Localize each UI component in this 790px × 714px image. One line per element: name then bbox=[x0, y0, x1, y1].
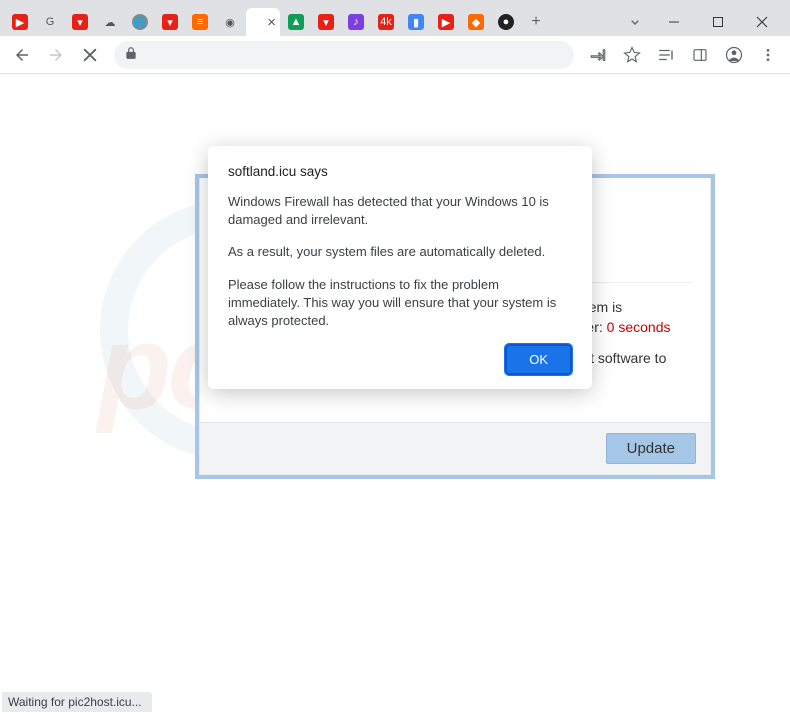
back-button[interactable] bbox=[8, 41, 36, 69]
downloader1-favicon: ▾ bbox=[72, 14, 88, 30]
tab-downloader2[interactable]: ▾ bbox=[156, 8, 184, 36]
drive-favicon: ▲ bbox=[288, 14, 304, 30]
tab-4k[interactable]: 4k bbox=[372, 8, 400, 36]
tabs-dropdown-icon[interactable] bbox=[618, 8, 652, 36]
minimize-button[interactable] bbox=[652, 8, 696, 36]
alert-ok-button[interactable]: OK bbox=[505, 344, 572, 375]
tab-audio[interactable]: ≡ bbox=[186, 8, 214, 36]
tab-google[interactable]: G bbox=[36, 8, 64, 36]
forward-button[interactable] bbox=[42, 41, 70, 69]
disc-favicon: ● bbox=[498, 14, 514, 30]
tab-downloader1[interactable]: ▾ bbox=[66, 8, 94, 36]
tab-disc[interactable]: ● bbox=[492, 8, 520, 36]
tab-cloud[interactable]: ☁ bbox=[96, 8, 124, 36]
tv-favicon: ▮ bbox=[408, 14, 424, 30]
yt2-favicon: ▶ bbox=[438, 14, 454, 30]
toolbar bbox=[0, 36, 790, 74]
tab-mp3[interactable]: ♪ bbox=[342, 8, 370, 36]
alert-text-2: As a result, your system files are autom… bbox=[228, 243, 572, 261]
lock-icon bbox=[124, 46, 138, 63]
mp3-favicon: ♪ bbox=[348, 14, 364, 30]
maximize-button[interactable] bbox=[696, 8, 740, 36]
tab-globe[interactable]: 🌐 bbox=[126, 8, 154, 36]
status-bar: Waiting for pic2host.icu... bbox=[2, 692, 152, 712]
page-content: Please note: Windows security has detect… bbox=[0, 74, 790, 712]
youtube-favicon: ▶ bbox=[12, 14, 28, 30]
globe-favicon: 🌐 bbox=[132, 14, 148, 30]
alert-text-3: Please follow the instructions to fix th… bbox=[228, 276, 572, 331]
tab-yt2[interactable]: ▶ bbox=[432, 8, 460, 36]
profile-icon[interactable] bbox=[720, 41, 748, 69]
downloader2-favicon: ▾ bbox=[162, 14, 178, 30]
audio-favicon: ≡ bbox=[192, 14, 208, 30]
circle-favicon: ◉ bbox=[222, 14, 238, 30]
alert-origin: softland.icu says bbox=[228, 164, 572, 179]
alert-text-1: Windows Firewall has detected that your … bbox=[228, 193, 572, 229]
tab-downloader3[interactable]: ▾ bbox=[312, 8, 340, 36]
google-favicon: G bbox=[42, 14, 58, 30]
downloader3-favicon: ▾ bbox=[318, 14, 334, 30]
javascript-alert-dialog: softland.icu says Windows Firewall has d… bbox=[208, 146, 592, 389]
tab-circle[interactable]: ◉ bbox=[216, 8, 244, 36]
4k-favicon: 4k bbox=[378, 14, 394, 30]
tab-strip: ▶ G ▾ ☁ 🌐 ▾ ≡ ◉ ▲ ▾ ♪ 4k ▮ ▶ ◆ ● + bbox=[0, 0, 790, 36]
countdown: 0 seconds bbox=[607, 319, 671, 335]
bookmark-star-icon[interactable] bbox=[618, 41, 646, 69]
tab-active[interactable] bbox=[246, 8, 280, 36]
share-icon[interactable] bbox=[584, 41, 612, 69]
side-panel-icon[interactable] bbox=[686, 41, 714, 69]
tab-tv[interactable]: ▮ bbox=[402, 8, 430, 36]
close-window-button[interactable] bbox=[740, 8, 784, 36]
address-bar[interactable] bbox=[114, 41, 574, 69]
tab-drive[interactable]: ▲ bbox=[282, 8, 310, 36]
tab-misc[interactable]: ◆ bbox=[462, 8, 490, 36]
reading-list-icon[interactable] bbox=[652, 41, 680, 69]
window-controls bbox=[618, 8, 784, 36]
misc-favicon: ◆ bbox=[468, 14, 484, 30]
tab-youtube[interactable]: ▶ bbox=[6, 8, 34, 36]
cloud-favicon: ☁ bbox=[102, 14, 118, 30]
stop-reload-button[interactable] bbox=[76, 41, 104, 69]
new-tab-button[interactable]: + bbox=[522, 8, 550, 36]
update-button[interactable]: Update bbox=[606, 433, 696, 464]
menu-icon[interactable] bbox=[754, 41, 782, 69]
